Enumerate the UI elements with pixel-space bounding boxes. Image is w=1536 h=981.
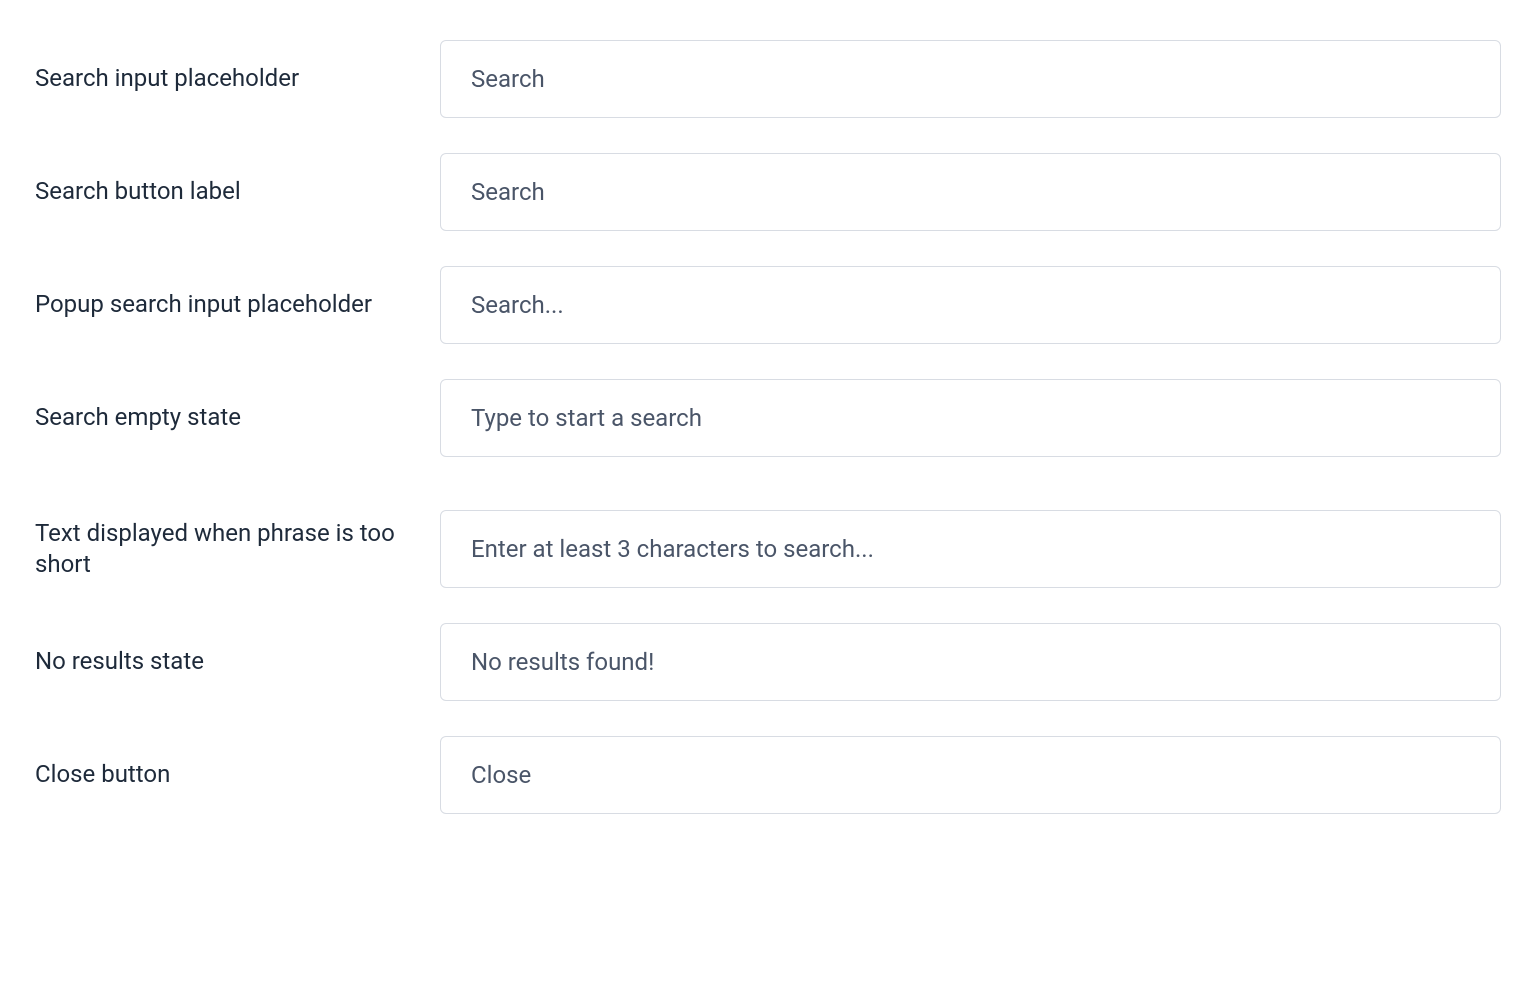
- field-row-search-input-placeholder: Search input placeholder: [35, 40, 1501, 118]
- settings-form: Search input placeholder Search button l…: [35, 40, 1501, 814]
- label-no-results-state: No results state: [35, 646, 420, 677]
- input-popup-search-input-placeholder[interactable]: [440, 266, 1501, 344]
- label-search-button-label: Search button label: [35, 176, 420, 207]
- field-row-close-button: Close button: [35, 736, 1501, 814]
- input-search-empty-state[interactable]: [440, 379, 1501, 457]
- input-no-results-state[interactable]: [440, 623, 1501, 701]
- input-search-button-label[interactable]: [440, 153, 1501, 231]
- label-popup-search-input-placeholder: Popup search input placeholder: [35, 289, 420, 320]
- input-search-input-placeholder[interactable]: [440, 40, 1501, 118]
- label-phrase-too-short: Text displayed when phrase is too short: [35, 518, 420, 580]
- field-row-search-button-label: Search button label: [35, 153, 1501, 231]
- field-row-no-results-state: No results state: [35, 623, 1501, 701]
- label-search-empty-state: Search empty state: [35, 402, 420, 433]
- field-row-phrase-too-short: Text displayed when phrase is too short: [35, 510, 1501, 588]
- field-row-search-empty-state: Search empty state: [35, 379, 1501, 457]
- field-row-popup-search-input-placeholder: Popup search input placeholder: [35, 266, 1501, 344]
- input-close-button[interactable]: [440, 736, 1501, 814]
- label-search-input-placeholder: Search input placeholder: [35, 63, 420, 94]
- input-phrase-too-short[interactable]: [440, 510, 1501, 588]
- label-close-button: Close button: [35, 759, 420, 790]
